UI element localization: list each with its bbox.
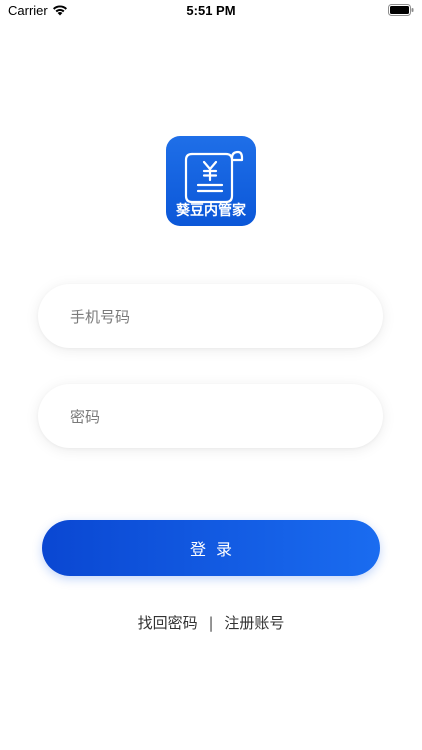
- logo-text: 葵豆内管家: [176, 203, 246, 219]
- link-divider: |: [208, 614, 214, 632]
- app-logo: 葵豆内管家: [166, 136, 256, 226]
- battery-icon: [388, 4, 414, 16]
- phone-field[interactable]: [38, 284, 383, 350]
- login-button[interactable]: 登录: [42, 520, 380, 576]
- password-field[interactable]: [38, 384, 383, 450]
- auth-links: 找回密码 | 注册账号: [0, 612, 422, 633]
- status-bar: Carrier 5:51 PM: [0, 0, 422, 22]
- forgot-password-link[interactable]: 找回密码: [138, 614, 198, 632]
- phone-input[interactable]: [68, 284, 362, 350]
- password-input[interactable]: [68, 384, 362, 450]
- clock: 5:51 PM: [186, 3, 236, 18]
- register-link[interactable]: 注册账号: [224, 614, 284, 632]
